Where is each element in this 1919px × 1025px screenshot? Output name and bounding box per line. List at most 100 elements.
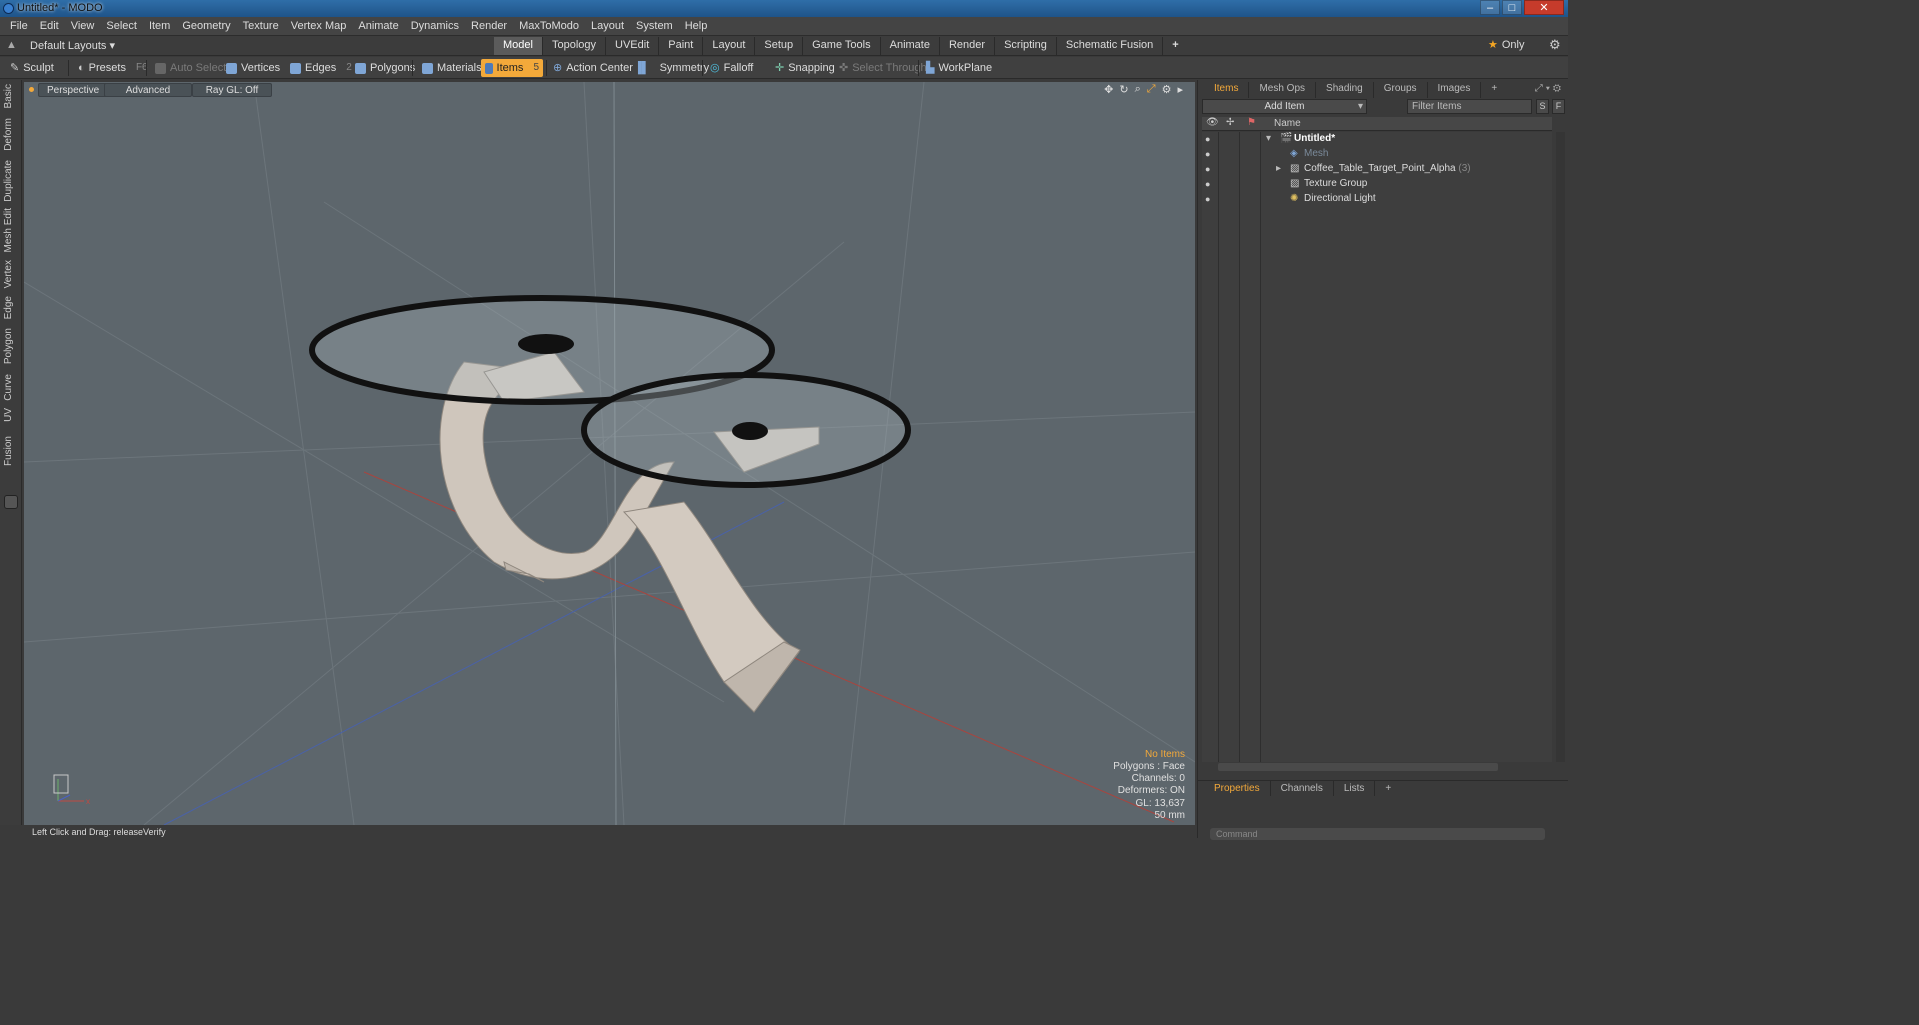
tab-fusion[interactable]: Fusion (3, 436, 14, 466)
menu-help[interactable]: Help (679, 20, 714, 32)
tab-vertex[interactable]: Vertex (3, 260, 14, 288)
tab-groups[interactable]: Groups (1374, 82, 1428, 98)
tab-topology[interactable]: Topology (543, 37, 607, 55)
workplane-button[interactable]: ▙ WorkPlane (922, 59, 996, 77)
materials-button[interactable]: Materials (418, 59, 486, 77)
tab-render[interactable]: Render (940, 37, 996, 55)
snapping-button[interactable]: ✛ Snapping (771, 59, 839, 77)
tab-basic[interactable]: Basic (3, 84, 14, 108)
tab-lists[interactable]: Lists (1334, 781, 1376, 796)
items-button[interactable]: Items 5 (481, 59, 543, 77)
eye-icon[interactable]: ● (1205, 147, 1210, 161)
select-through-button[interactable]: ✜ Select Through (835, 59, 931, 77)
viewport-gear-icon[interactable]: ⚙ (1162, 83, 1172, 96)
menu-layout[interactable]: Layout (585, 20, 630, 32)
tab-polygon[interactable]: Polygon (3, 328, 14, 364)
add-panel-tab-button[interactable]: + (1481, 82, 1507, 98)
close-button[interactable]: ✕ (1524, 0, 1564, 15)
eye-icon[interactable]: ● (1205, 132, 1210, 146)
lock-icon[interactable]: ✢ (1226, 117, 1234, 128)
symmetry-button[interactable]: ▐▌ Symmetry (630, 59, 713, 77)
fit-view-icon[interactable]: ⤢ (1147, 83, 1156, 96)
eye-icon[interactable]: ● (1205, 162, 1210, 176)
menu-file[interactable]: File (4, 20, 34, 32)
tab-animate[interactable]: Animate (881, 37, 940, 55)
minimize-button[interactable]: – (1480, 0, 1500, 15)
presets-button[interactable]: ◐ Presets F6 (74, 59, 152, 77)
scene-canvas[interactable] (24, 82, 1195, 825)
tab-images[interactable]: Images (1428, 82, 1482, 98)
advanced-button[interactable]: Advanced (104, 83, 192, 97)
menu-render[interactable]: Render (465, 20, 513, 32)
menu-vertex-map[interactable]: Vertex Map (285, 20, 353, 32)
visibility-eye-icon[interactable]: 👁 (1206, 117, 1219, 128)
expand-arrow-icon[interactable]: ▸ (1276, 162, 1281, 176)
rotate-view-icon[interactable]: ↻ (1119, 83, 1128, 96)
tree-horizontal-scrollbar[interactable] (1218, 763, 1498, 771)
filter-s-button[interactable]: S (1536, 99, 1549, 114)
tab-properties[interactable]: Properties (1204, 781, 1271, 796)
tab-edge[interactable]: Edge (3, 296, 14, 319)
add-item-button[interactable]: Add Item ▾ (1202, 99, 1367, 114)
zoom-view-icon[interactable]: ⌕ (1135, 83, 1141, 96)
eye-icon[interactable]: ● (1205, 192, 1210, 206)
tree-vertical-scrollbar[interactable] (1556, 132, 1565, 762)
default-layouts-dropdown[interactable]: Default Layouts ▾ (30, 39, 115, 52)
tree-row-texture-group[interactable]: ● ▨ Texture Group (1202, 177, 1552, 192)
tree-row-directional-light[interactable]: ● ✺ Directional Light (1202, 192, 1552, 207)
add-properties-tab-button[interactable]: + (1375, 781, 1401, 796)
tab-mesh-ops[interactable]: Mesh Ops (1249, 82, 1317, 98)
tab-scripting[interactable]: Scripting (995, 37, 1057, 55)
tab-deform[interactable]: Deform (3, 118, 14, 151)
tab-layout[interactable]: Layout (703, 37, 756, 55)
menu-texture[interactable]: Texture (237, 20, 285, 32)
tab-game-tools[interactable]: Game Tools (803, 37, 881, 55)
perspective-button[interactable]: Perspective (38, 83, 109, 97)
menu-maxtomodo[interactable]: MaxToModo (513, 20, 585, 32)
tab-duplicate[interactable]: Duplicate (3, 160, 14, 202)
menu-select[interactable]: Select (100, 20, 143, 32)
collapse-arrow-icon[interactable]: ▲ (6, 39, 17, 51)
tab-uv[interactable]: UV (3, 408, 14, 422)
raygl-button[interactable]: Ray GL: Off (192, 83, 272, 97)
menu-edit[interactable]: Edit (34, 20, 65, 32)
tab-setup[interactable]: Setup (755, 37, 804, 55)
tree-row-untitled[interactable]: ● ▾ 🎬 Untitled* (1202, 132, 1552, 147)
falloff-button[interactable]: ◎ Falloff (706, 59, 757, 77)
move-view-icon[interactable]: ✥ (1104, 83, 1113, 96)
command-input[interactable]: Command (1210, 828, 1545, 840)
tree-row-coffee-table[interactable]: ● ▸ ▨ Coffee_Table_Target_Point_Alpha (3… (1202, 162, 1552, 177)
tree-row-mesh[interactable]: ● ◈ Mesh (1202, 147, 1552, 162)
tab-shading[interactable]: Shading (1316, 82, 1374, 98)
3d-viewport[interactable]: Perspective Advanced Ray GL: Off ✥ ↻ ⌕ ⤢… (24, 82, 1195, 825)
palette-toggle-button[interactable] (4, 495, 18, 509)
filter-items-input[interactable]: Filter Items (1407, 99, 1532, 114)
menu-geometry[interactable]: Geometry (176, 20, 236, 32)
menu-animate[interactable]: Animate (352, 20, 404, 32)
menu-system[interactable]: System (630, 20, 679, 32)
name-column-header[interactable]: Name (1274, 118, 1301, 129)
tab-mesh-edit[interactable]: Mesh Edit (3, 208, 14, 252)
tab-paint[interactable]: Paint (659, 37, 704, 55)
expand-arrow-icon[interactable]: ▾ (1266, 132, 1271, 146)
add-tab-button[interactable]: + (1163, 37, 1187, 55)
only-toggle[interactable]: ★ Only (1488, 38, 1525, 51)
tab-schematic-fusion[interactable]: Schematic Fusion (1057, 37, 1164, 55)
menu-view[interactable]: View (65, 20, 101, 32)
eye-icon[interactable]: ● (1205, 177, 1210, 191)
edges-button[interactable]: Edges 2 (286, 59, 356, 77)
tab-uvedit[interactable]: UVEdit (606, 37, 660, 55)
render-icon[interactable]: ⚑ (1247, 117, 1256, 128)
tab-model[interactable]: Model (494, 37, 543, 55)
action-center-button[interactable]: ⊕ Action Center (549, 59, 637, 77)
panel-options-icons[interactable]: ⤢▾⚙ (1535, 83, 1564, 94)
auto-select-button[interactable]: Auto Select (151, 59, 230, 77)
sculpt-button[interactable]: ✎ Sculpt (6, 59, 58, 77)
expand-arrow-icon[interactable]: ▸ (1177, 83, 1183, 96)
menu-dynamics[interactable]: Dynamics (405, 20, 465, 32)
filter-f-button[interactable]: F (1552, 99, 1565, 114)
gear-icon[interactable]: ⚙ (1549, 37, 1561, 53)
tab-items[interactable]: Items (1204, 82, 1250, 98)
tab-curve[interactable]: Curve (3, 374, 14, 401)
tab-channels[interactable]: Channels (1271, 781, 1334, 796)
